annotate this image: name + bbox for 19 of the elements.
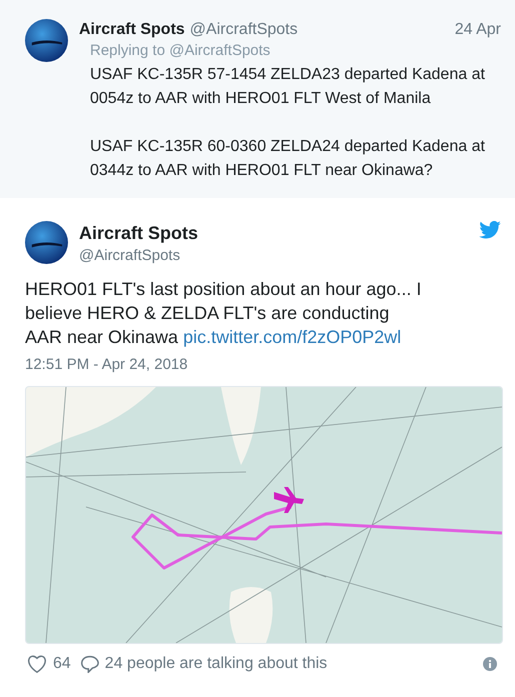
avatar[interactable] (25, 221, 68, 264)
author-name[interactable]: Aircraft Spots (79, 223, 468, 244)
like-count[interactable]: 64 (53, 655, 71, 673)
avatar[interactable] (25, 19, 68, 62)
heart-icon[interactable] (27, 655, 47, 673)
media-link[interactable]: pic.twitter.com/f2zOP0P2wl (183, 327, 402, 347)
author-name[interactable]: Aircraft Spots (79, 21, 185, 39)
talking-count[interactable]: 24 people are talking about this (104, 655, 328, 673)
replying-to: Replying to @AircraftSpots (90, 42, 272, 59)
info-icon[interactable] (483, 657, 497, 671)
tweet-text: USAF KC-135R 60-0360 ZELDA24 departed Kadena at 0344z to AAR with HERO01 FLT near Okinawa? (90, 137, 486, 181)
author-handle[interactable]: @AircraftSpots (79, 247, 468, 264)
speech-bubble-icon[interactable] (80, 655, 99, 673)
tweet-text: USAF KC-135R 57-1454 ZELDA23 departed Kadena at 0054z to AAR with HERO01 FLT West of Manila (90, 65, 486, 109)
tweet-text: HERO01 FLT's last position about an hour ago... I believe HERO & ZELDA FLT's are conducting AAR near Okinawa pic.twitter.com/f2zOP0P2wl (25, 278, 422, 349)
tweet-date[interactable]: 24 Apr (454, 21, 501, 39)
tweet-timestamp[interactable]: 12:51 PM - Apr 24, 2018 (25, 356, 501, 373)
author-handle[interactable]: @AircraftSpots (190, 21, 298, 39)
bird-icon[interactable] (479, 221, 501, 239)
